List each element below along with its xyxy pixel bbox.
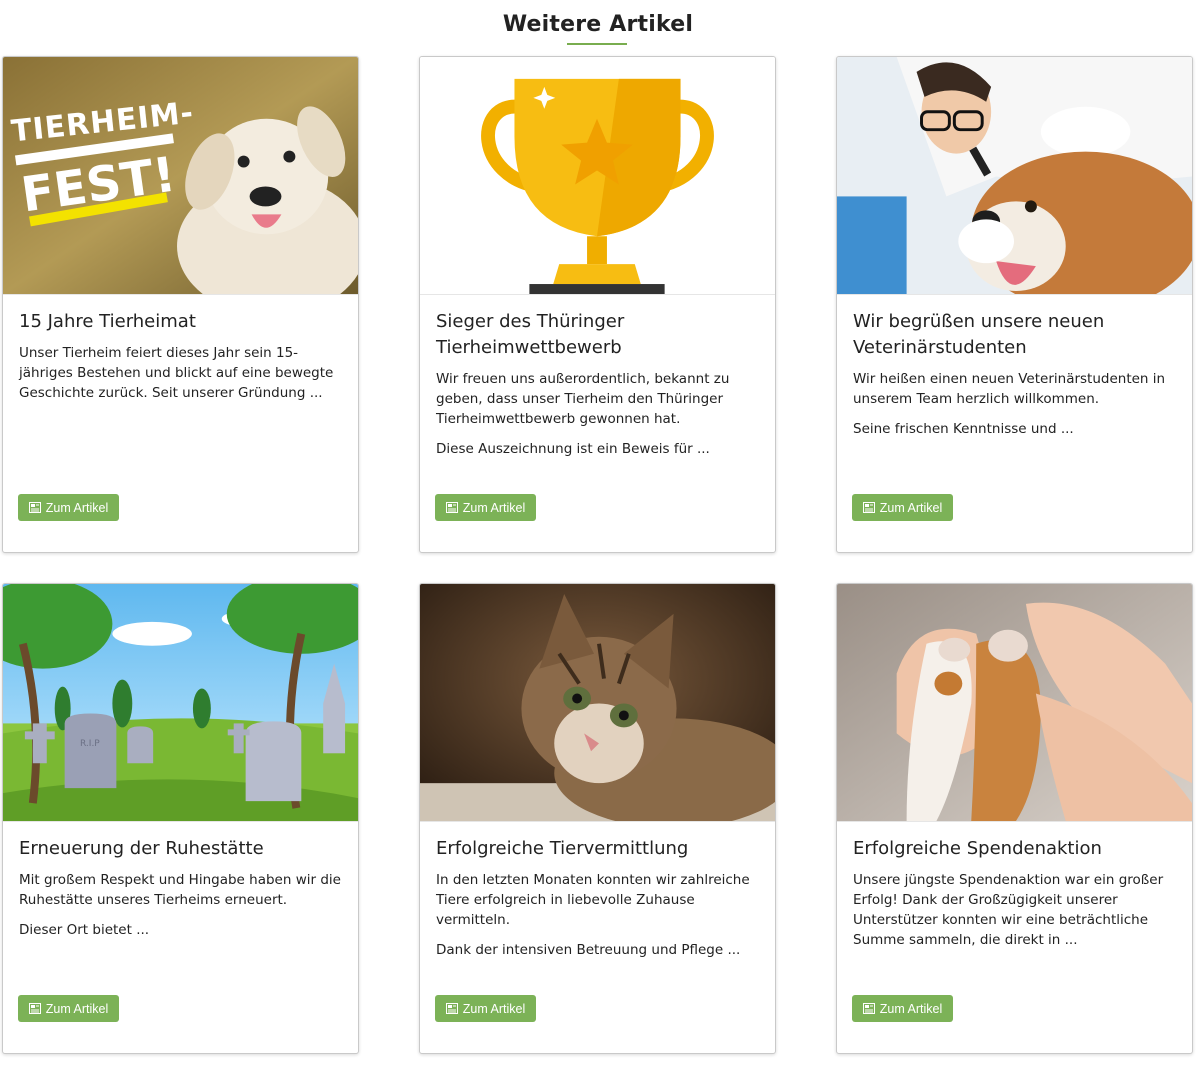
card-text: Unsere jüngste Spendenaktion war ein gro… — [853, 872, 1164, 948]
newspaper-icon — [445, 1003, 458, 1014]
card-body: Erfolgreiche Spendenaktion Unsere jüngst… — [853, 836, 1178, 960]
article-image-paws-hands[interactable] — [837, 584, 1192, 822]
card-text: Mit großem Respekt und Hingabe haben wir… — [19, 872, 341, 908]
button-label: Zum Artikel — [879, 500, 943, 515]
card-title[interactable]: Erfolgreiche Spendenaktion — [853, 836, 1178, 862]
card-body: 15 Jahre Tierheimat Unser Tierheim feier… — [19, 309, 344, 413]
tomb-text: R.I.P — [80, 739, 100, 749]
card-text: Dieser Ort bietet ... — [19, 922, 150, 938]
card-title[interactable]: Erfolgreiche Tiervermittlung — [436, 836, 761, 862]
newspaper-icon — [862, 1003, 875, 1014]
newspaper-icon — [28, 1003, 41, 1014]
card-body: Sieger des Thüringer Tierheimwettbewerb … — [436, 309, 761, 469]
card-text: Wir heißen einen neuen Veterinärstudente… — [853, 371, 1166, 407]
newspaper-icon — [28, 502, 41, 513]
newspaper-icon — [445, 502, 458, 513]
read-article-button[interactable]: Zum Artikel — [18, 995, 119, 1022]
card-title[interactable]: Sieger des Thüringer Tierheimwettbewerb — [436, 309, 761, 361]
card-text: Unser Tierheim feiert dieses Jahr sein 1… — [19, 345, 334, 401]
article-image-puppy-fest[interactable]: TIERHEIM- FEST! — [3, 57, 358, 295]
card-title[interactable]: 15 Jahre Tierheimat — [19, 309, 344, 335]
card-text: In den letzten Monaten konnten wir zahlr… — [436, 872, 750, 928]
card-title[interactable]: Wir begrüßen unsere neuen Veterinärstude… — [853, 309, 1178, 361]
read-article-button[interactable]: Zum Artikel — [18, 494, 119, 521]
article-card: R.I.P Erneuerung der Ruhestätte Mit groß… — [2, 583, 359, 1054]
card-title[interactable]: Erneuerung der Ruhestätte — [19, 836, 344, 862]
article-card: Sieger des Thüringer Tierheimwettbewerb … — [419, 56, 776, 553]
button-label: Zum Artikel — [462, 1001, 526, 1016]
article-image-trophy[interactable] — [420, 57, 775, 295]
article-image-cat[interactable] — [420, 584, 775, 822]
button-label: Zum Artikel — [45, 1001, 109, 1016]
section-title: Weitere Artikel — [502, 12, 694, 37]
card-text: Wir freuen uns außerordentlich, bekannt … — [436, 371, 730, 427]
button-label: Zum Artikel — [45, 500, 109, 515]
card-text: Seine frischen Kenntnisse und ... — [853, 421, 1074, 437]
card-body: Erfolgreiche Tiervermittlung In den letz… — [436, 836, 761, 970]
title-underline — [567, 43, 627, 45]
card-text: Dank der intensiven Betreuung und Pflege… — [436, 942, 741, 958]
article-image-vet-dog[interactable] — [837, 57, 1192, 295]
card-body: Erneuerung der Ruhestätte Mit großem Res… — [19, 836, 344, 950]
card-body: Wir begrüßen unsere neuen Veterinärstude… — [853, 309, 1178, 449]
button-label: Zum Artikel — [462, 500, 526, 515]
newspaper-icon — [862, 502, 875, 513]
article-image-cemetery[interactable]: R.I.P — [3, 584, 358, 822]
read-article-button[interactable]: Zum Artikel — [852, 995, 953, 1022]
article-card: Wir begrüßen unsere neuen Veterinärstude… — [836, 56, 1193, 553]
article-card: TIERHEIM- FEST! 15 Jahre Tierheimat Unse… — [2, 56, 359, 553]
card-text: Diese Auszeichnung ist ein Beweis für ..… — [436, 441, 710, 457]
read-article-button[interactable]: Zum Artikel — [435, 494, 536, 521]
article-card: Erfolgreiche Tiervermittlung In den letz… — [419, 583, 776, 1054]
article-card: Erfolgreiche Spendenaktion Unsere jüngst… — [836, 583, 1193, 1054]
read-article-button[interactable]: Zum Artikel — [435, 995, 536, 1022]
button-label: Zum Artikel — [879, 1001, 943, 1016]
read-article-button[interactable]: Zum Artikel — [852, 494, 953, 521]
